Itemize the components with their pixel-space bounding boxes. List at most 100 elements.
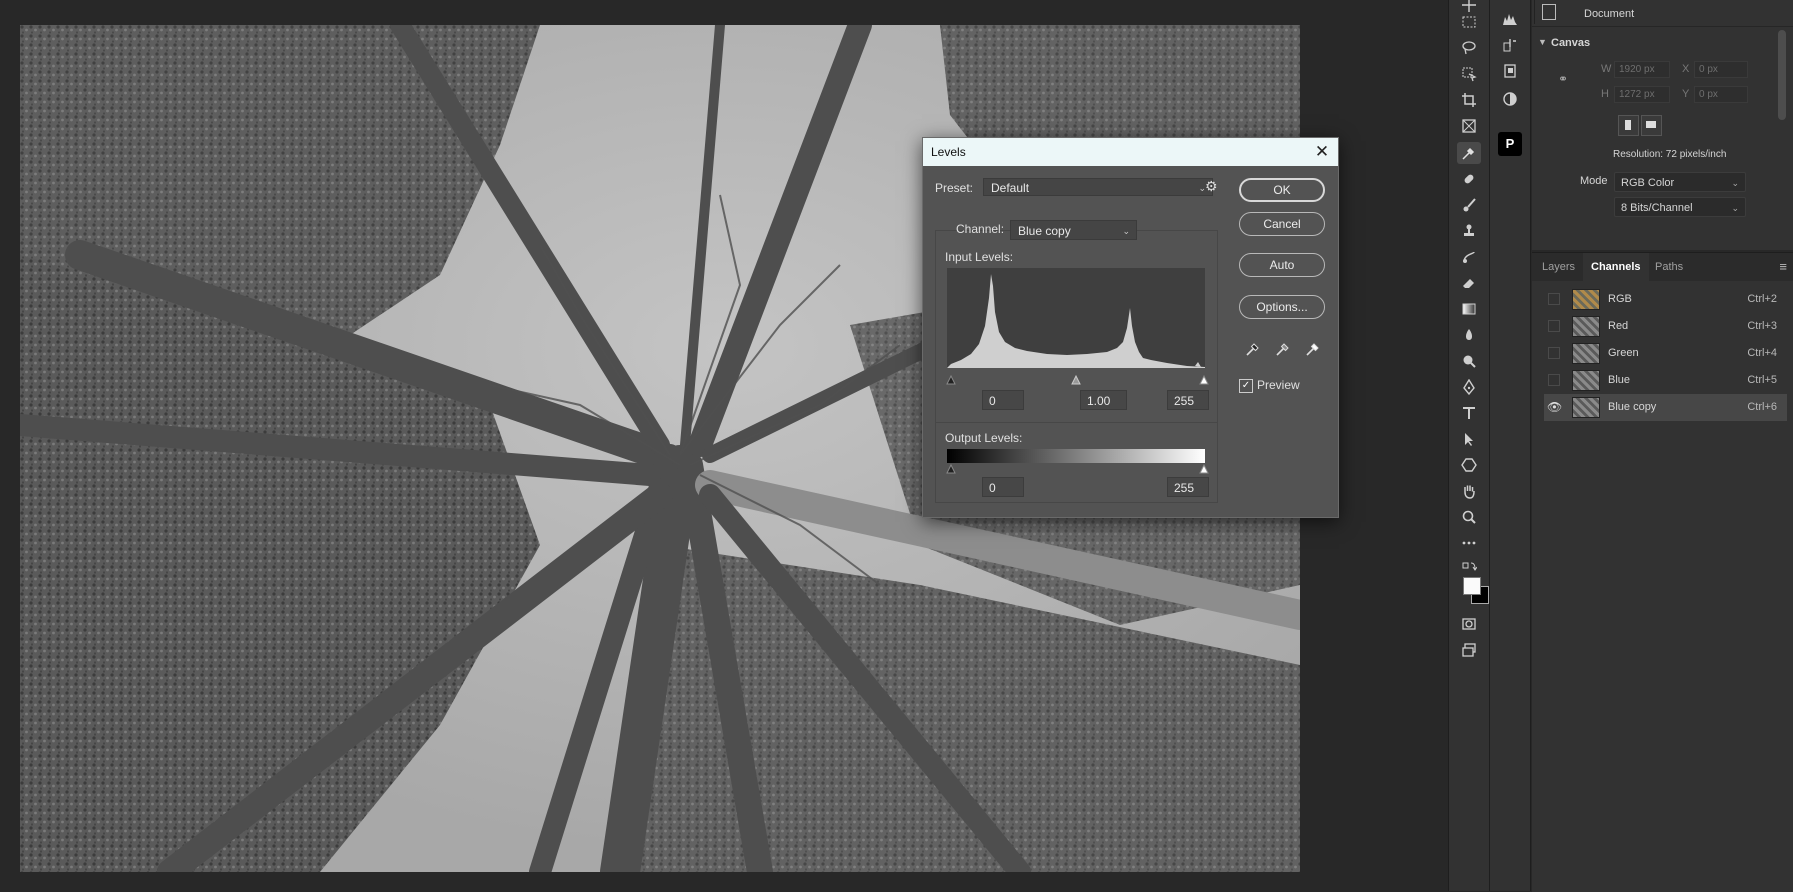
x-field[interactable]: 0 px [1694, 61, 1748, 78]
channel-row-red[interactable]: Red Ctrl+3 [1544, 313, 1787, 340]
input-white-slider[interactable] [1199, 374, 1209, 385]
tab-layers[interactable]: Layers [1534, 253, 1583, 281]
properties-scrollbar[interactable] [1778, 30, 1786, 120]
output-black-field[interactable]: 0 [982, 477, 1024, 497]
cancel-button[interactable]: Cancel [1239, 212, 1325, 236]
output-white-slider[interactable] [1199, 463, 1209, 474]
output-black-slider[interactable] [946, 463, 956, 474]
path-selection-tool-icon[interactable] [1457, 428, 1481, 450]
options-button[interactable]: Options... [1239, 295, 1325, 319]
channel-thumbnail [1572, 370, 1600, 391]
brush-tool-icon[interactable] [1457, 194, 1481, 216]
tab-paths[interactable]: Paths [1647, 253, 1691, 281]
visibility-toggle[interactable] [1548, 293, 1560, 305]
dialog-title-bar[interactable]: Levels ✕ [923, 138, 1338, 166]
screen-mode-icon[interactable] [1457, 639, 1481, 661]
channel-shortcut: Ctrl+4 [1747, 347, 1777, 359]
visibility-toggle[interactable] [1548, 374, 1560, 386]
libraries-panel-icon[interactable] [1498, 60, 1522, 82]
mode-label: Mode [1580, 175, 1608, 187]
x-label: X [1682, 63, 1690, 75]
preview-checkbox[interactable]: ✓ [1239, 379, 1253, 393]
frame-tool-icon[interactable] [1457, 115, 1481, 137]
input-black-field[interactable]: 0 [982, 390, 1024, 410]
eyedropper-tool-icon[interactable] [1457, 142, 1481, 164]
white-point-eyedropper-icon[interactable] [1305, 341, 1321, 357]
link-dimensions-icon[interactable]: ⚭ [1558, 72, 1568, 86]
eye-icon[interactable]: 👁 [1547, 400, 1562, 414]
type-tool-icon[interactable] [1457, 402, 1481, 424]
marquee-tool-icon[interactable] [1457, 11, 1481, 33]
preset-options-gear-icon[interactable]: ⚙ [1205, 178, 1218, 195]
color-mode-select[interactable]: RGB Color ⌄ [1614, 172, 1746, 192]
tab-channels[interactable]: Channels [1583, 253, 1649, 281]
shape-tool-icon[interactable] [1457, 454, 1481, 476]
channel-row-blue[interactable]: Blue Ctrl+5 [1544, 367, 1787, 394]
history-brush-tool-icon[interactable] [1457, 246, 1481, 268]
channel-thumbnail [1572, 316, 1600, 337]
more-tools-icon[interactable] [1457, 532, 1481, 554]
landscape-orientation-button[interactable] [1641, 115, 1662, 136]
width-label: W [1601, 63, 1612, 75]
tools-panel [1448, 0, 1490, 891]
lasso-tool-icon[interactable] [1457, 37, 1481, 59]
canvas-collapse-icon[interactable]: ▼ [1538, 37, 1547, 47]
ok-button[interactable]: OK [1239, 178, 1325, 202]
canvas-section-label: Canvas [1551, 37, 1591, 49]
adjustments-panel-icon[interactable] [1498, 88, 1522, 110]
crop-tool-icon[interactable] [1457, 89, 1481, 111]
channel-thumbnail [1572, 343, 1600, 364]
swap-colors-icon[interactable] [1457, 557, 1481, 579]
width-field[interactable]: 1920 px [1614, 61, 1670, 78]
levels-dialog: Levels ✕ Preset: Default ⌄ ⚙ Channel: Blu… [922, 137, 1339, 518]
dodge-tool-icon[interactable] [1457, 350, 1481, 372]
gradient-tool-icon[interactable] [1457, 298, 1481, 320]
channel-row-rgb[interactable]: RGB Ctrl+2 [1544, 286, 1787, 313]
output-sliders[interactable] [943, 462, 1211, 474]
panel-menu-icon[interactable]: ≡ [1779, 259, 1787, 274]
portrait-orientation-button[interactable] [1618, 115, 1639, 136]
plugin-panel-icon[interactable]: P [1498, 132, 1522, 156]
y-label: Y [1682, 88, 1690, 100]
histogram-panel-icon[interactable] [1498, 8, 1522, 30]
channel-row-blue-copy[interactable]: 👁 Blue copy Ctrl+6 [1544, 394, 1787, 421]
channel-thumbnail [1572, 289, 1600, 310]
visibility-toggle[interactable] [1548, 347, 1560, 359]
input-gamma-field[interactable]: 1.00 [1080, 390, 1127, 410]
panel-icon-strip: P [1490, 0, 1531, 891]
bit-depth-select[interactable]: 8 Bits/Channel ⌄ [1614, 197, 1746, 217]
y-field[interactable]: 0 px [1694, 86, 1748, 103]
input-gamma-slider[interactable] [1071, 374, 1081, 385]
black-point-eyedropper-icon[interactable] [1245, 341, 1261, 357]
pen-tool-icon[interactable] [1457, 376, 1481, 398]
channel-shortcut: Ctrl+2 [1747, 293, 1777, 305]
height-label: H [1601, 88, 1609, 100]
gray-point-eyedropper-icon[interactable] [1275, 341, 1291, 357]
auto-button[interactable]: Auto [1239, 253, 1325, 277]
blur-tool-icon[interactable] [1457, 324, 1481, 346]
channel-name: Blue copy [1608, 401, 1657, 413]
channel-name: Green [1608, 347, 1639, 359]
hand-tool-icon[interactable] [1457, 480, 1481, 502]
foreground-color-swatch[interactable] [1463, 577, 1481, 595]
clone-stamp-tool-icon[interactable] [1457, 220, 1481, 242]
properties-panel: Document ▼ Canvas W 1920 px X 0 px ⚭ H 1… [1532, 0, 1793, 250]
histogram [947, 268, 1205, 368]
input-white-field[interactable]: 255 [1167, 390, 1209, 410]
channel-row-green[interactable]: Green Ctrl+4 [1544, 340, 1787, 367]
input-black-slider[interactable] [946, 374, 956, 385]
close-icon[interactable]: ✕ [1312, 142, 1332, 162]
resolution-text: Resolution: 72 pixels/inch [1613, 149, 1727, 160]
input-sliders[interactable] [943, 373, 1211, 385]
height-field[interactable]: 1272 px [1614, 86, 1670, 103]
visibility-toggle[interactable] [1548, 320, 1560, 332]
object-select-tool-icon[interactable] [1457, 63, 1481, 85]
healing-brush-tool-icon[interactable] [1457, 168, 1481, 190]
zoom-tool-icon[interactable] [1457, 506, 1481, 528]
preset-select[interactable]: Default ⌄ [983, 178, 1213, 196]
output-white-field[interactable]: 255 [1167, 477, 1209, 497]
eraser-tool-icon[interactable] [1457, 272, 1481, 294]
quick-mask-icon[interactable] [1457, 613, 1481, 635]
channel-select[interactable]: Blue copy ⌄ [1010, 220, 1137, 240]
history-panel-icon[interactable] [1498, 34, 1522, 56]
